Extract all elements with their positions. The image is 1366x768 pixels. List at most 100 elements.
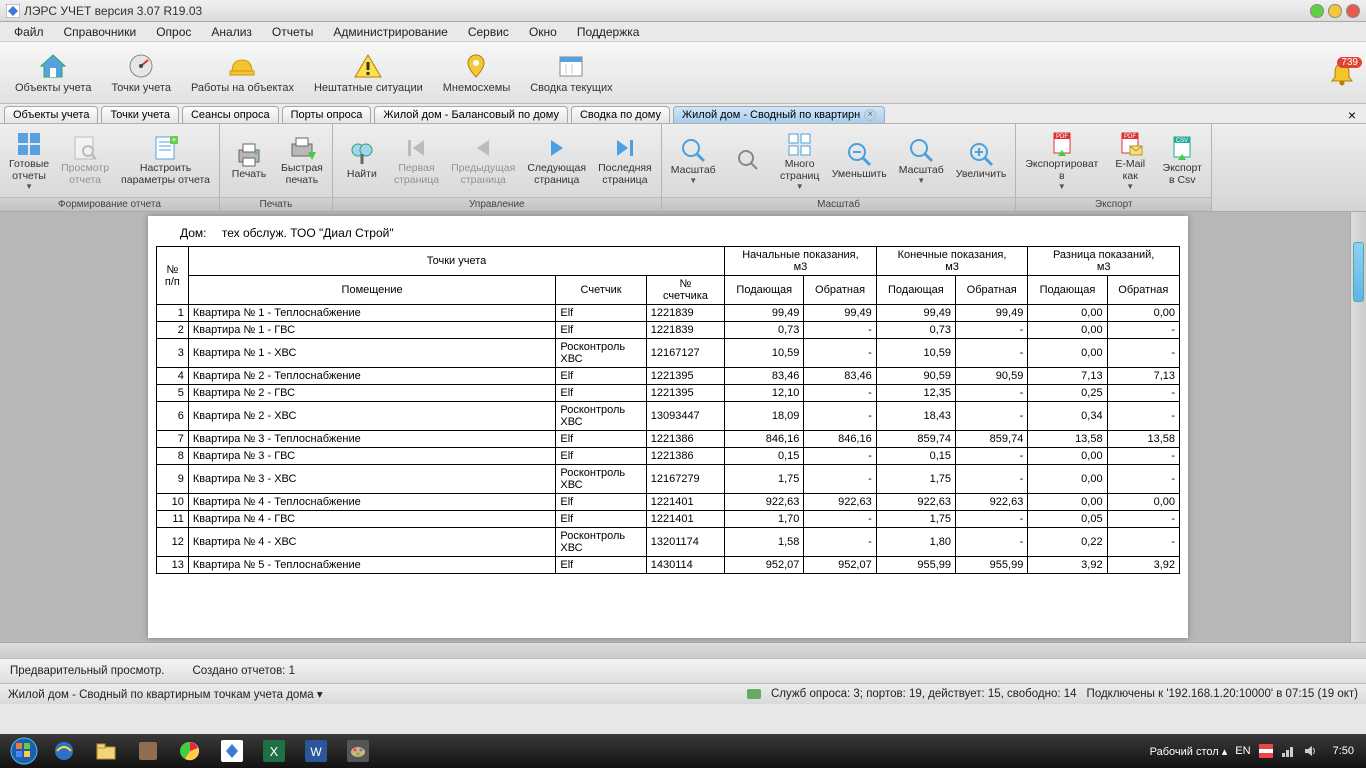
tabs-close-all[interactable]: ×: [1342, 107, 1362, 123]
ribbon-btn-0-2[interactable]: +Настроить параметры отчета: [116, 131, 215, 189]
tb-works[interactable]: Работы на объектах: [182, 48, 303, 97]
svg-text:X: X: [270, 744, 279, 759]
taskbar-app2[interactable]: [212, 737, 252, 765]
ribbon-btn-1-1[interactable]: Быстрая печать: [276, 131, 328, 189]
ribbon-btn-3-0[interactable]: Масштаб▼: [666, 133, 721, 189]
ribbon-btn-3-2[interactable]: Много страниц▼: [775, 127, 825, 194]
ribbon-btn-4-2[interactable]: CSVЭкспорт в Csv: [1157, 131, 1207, 189]
taskbar-desktop[interactable]: Рабочий стол ▴: [1150, 745, 1228, 758]
taskbar-excel[interactable]: X: [254, 737, 294, 765]
col-np: № п/п: [165, 264, 180, 288]
ribbon-icon: [348, 140, 376, 168]
table-row: 3Квартира № 1 - ХВСРосконтроль ХВС121671…: [157, 339, 1180, 368]
ribbon-btn-4-1[interactable]: PDFE-Mail как▼: [1105, 127, 1155, 194]
ribbon-icon: [907, 136, 935, 164]
tray-flag-icon[interactable]: [1259, 744, 1273, 758]
menu-support[interactable]: Поддержка: [567, 23, 650, 41]
ribbon-btn-0-0[interactable]: Готовые отчеты▼: [4, 127, 54, 194]
ribbon-label: Найти: [347, 169, 377, 181]
report-scroll[interactable]: Дом: тех обслуж. ТОО "Диал Строй" № п/п …: [0, 212, 1350, 642]
ribbon-group-3: Масштаб▼Много страниц▼УменьшитьМасштаб▼У…: [662, 124, 1017, 211]
col-meter: Счетчик: [581, 284, 622, 296]
ribbon-btn-3-4[interactable]: Масштаб▼: [894, 133, 949, 189]
calendar-icon: [556, 51, 586, 81]
ribbon-btn-3-3[interactable]: Уменьшить: [827, 137, 892, 184]
ribbon-btn-3-1[interactable]: [723, 143, 773, 178]
col-initial: Начальные показания, м3: [742, 249, 859, 273]
ribbon-label: Масштаб: [671, 165, 716, 177]
menu-dictionaries[interactable]: Справочники: [54, 23, 147, 41]
menu-poll[interactable]: Опрос: [146, 23, 201, 41]
svg-text:CSV: CSV: [1176, 138, 1188, 144]
maximize-button[interactable]: [1328, 4, 1342, 18]
ribbon-btn-4-0[interactable]: PDFЭкспортироват в▼: [1020, 127, 1103, 194]
ribbon-label: Масштаб: [899, 165, 944, 177]
ribbon-btn-2-4[interactable]: Последняя страница: [593, 131, 657, 189]
report-viewer: Дом: тех обслуж. ТОО "Диал Строй" № п/п …: [0, 212, 1366, 642]
taskbar-lang[interactable]: EN: [1235, 745, 1250, 757]
tb-objects[interactable]: Объекты учета: [6, 48, 100, 97]
ribbon-icon: [679, 136, 707, 164]
menu-file[interactable]: Файл: [4, 23, 54, 41]
start-button[interactable]: [4, 736, 44, 766]
tab-objects[interactable]: Объекты учета: [4, 106, 98, 123]
status-left[interactable]: Жилой дом - Сводный по квартирным точкам…: [8, 687, 323, 701]
table-row: 12Квартира № 4 - ХВСРосконтроль ХВС13201…: [157, 528, 1180, 557]
taskbar: X W Рабочий стол ▴ EN 7:50: [0, 734, 1366, 768]
menu-analysis[interactable]: Анализ: [201, 23, 262, 41]
ribbon-icon: PDF: [1116, 130, 1144, 158]
tb-alerts[interactable]: Нештатные ситуации: [305, 48, 432, 97]
menu-reports[interactable]: Отчеты: [262, 23, 323, 41]
horizontal-scrollbar[interactable]: [0, 642, 1366, 658]
tb-mnemo-label: Мнемосхемы: [443, 82, 511, 94]
ribbon-btn-3-5[interactable]: Увеличить: [951, 137, 1012, 184]
taskbar-paint[interactable]: [338, 737, 378, 765]
window-controls: [1310, 4, 1360, 18]
scrollbar-thumb[interactable]: [1353, 242, 1364, 302]
menu-admin[interactable]: Администрирование: [323, 23, 457, 41]
tray-volume-icon[interactable]: [1303, 744, 1317, 758]
ribbon-icon: [15, 130, 43, 158]
menu-service[interactable]: Сервис: [458, 23, 519, 41]
vertical-scrollbar[interactable]: [1350, 212, 1366, 642]
report-table: № п/п Точки учета Начальные показания, м…: [156, 246, 1180, 574]
col-dr: Обратная: [1118, 284, 1168, 296]
taskbar-app1[interactable]: [128, 737, 168, 765]
table-row: 7Квартира № 3 - ТеплоснабжениеElf1221386…: [157, 431, 1180, 448]
tab-ports[interactable]: Порты опроса: [282, 106, 372, 123]
tab-balance[interactable]: Жилой дом - Балансовый по дому: [374, 106, 568, 123]
tab-apartments[interactable]: Жилой дом - Сводный по квартирн×: [673, 106, 885, 123]
ribbon-label: Быстрая печать: [281, 163, 323, 186]
ribbon-icon: [469, 134, 497, 162]
taskbar-word[interactable]: W: [296, 737, 336, 765]
tab-housesummary[interactable]: Сводка по дому: [571, 106, 670, 123]
notifications-button[interactable]: 739: [1324, 59, 1360, 87]
taskbar-ie[interactable]: [44, 737, 84, 765]
ribbon-icon: [71, 134, 99, 162]
ribbon-btn-1-0[interactable]: Печать: [224, 137, 274, 184]
taskbar-chrome[interactable]: [170, 737, 210, 765]
close-button[interactable]: [1346, 4, 1360, 18]
tab-close-icon[interactable]: ×: [864, 109, 876, 121]
taskbar-clock[interactable]: 7:50: [1325, 745, 1362, 757]
tray-network-icon[interactable]: [1281, 744, 1295, 758]
ribbon-group-0: Готовые отчеты▼Просмотр отчета+Настроить…: [0, 124, 220, 211]
status-conn: Подключены к '192.168.1.20:10000' в 07:1…: [1087, 688, 1358, 700]
report-page: Дом: тех обслуж. ТОО "Диал Строй" № п/п …: [148, 216, 1188, 638]
tb-points-label: Точки учета: [111, 82, 171, 94]
minimize-button[interactable]: [1310, 4, 1324, 18]
ribbon-btn-2-3[interactable]: Следующая страница: [522, 131, 591, 189]
tb-mnemo[interactable]: Мнемосхемы: [434, 48, 520, 97]
tab-points[interactable]: Точки учета: [101, 106, 179, 123]
ribbon-btn-2-0[interactable]: Найти: [337, 137, 387, 184]
tb-summary[interactable]: Сводка текущих: [521, 48, 621, 97]
tb-points[interactable]: Точки учета: [102, 48, 180, 97]
main-toolbar: Объекты учета Точки учета Работы на объе…: [0, 42, 1366, 104]
table-row: 5Квартира № 2 - ГВСElf122139512,10-12,35…: [157, 385, 1180, 402]
col-diff: Разница показаний, м3: [1053, 249, 1154, 273]
ribbon-group-4: PDFЭкспортироват в▼PDFE-Mail как▼CSVЭксп…: [1016, 124, 1212, 211]
ribbon-label: Увеличить: [956, 169, 1007, 181]
menu-window[interactable]: Окно: [519, 23, 567, 41]
tab-sessions[interactable]: Сеансы опроса: [182, 106, 279, 123]
taskbar-explorer[interactable]: [86, 737, 126, 765]
